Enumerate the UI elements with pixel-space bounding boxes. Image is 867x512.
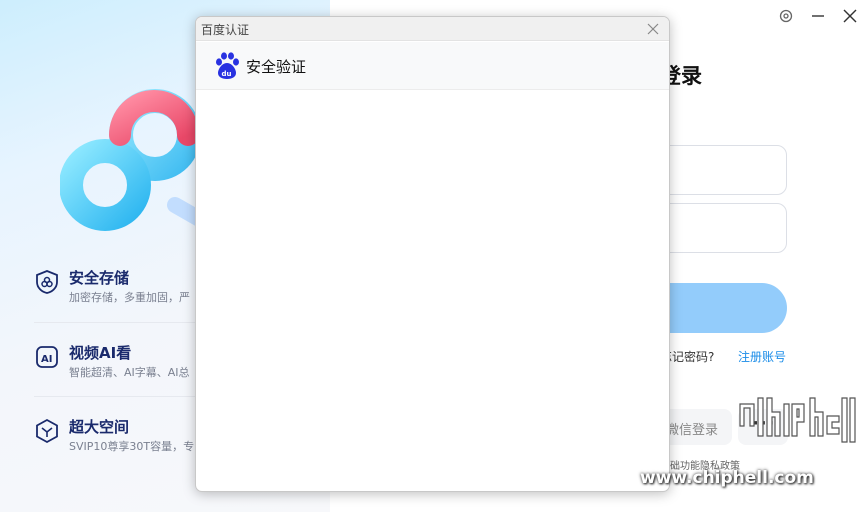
svg-text:du: du (222, 70, 232, 78)
feature-subtitle: 智能超清、AI字幕、AI总 (69, 366, 190, 379)
dialog-titlebar[interactable]: 百度认证 (196, 17, 669, 41)
feature-subtitle: SVIP10尊享30T容量，专 (69, 440, 195, 453)
minimize-icon[interactable] (808, 6, 828, 26)
dialog-heading: 安全验证 (246, 58, 307, 76)
settings-icon[interactable] (776, 6, 796, 26)
baidu-paw-icon: du (216, 52, 239, 79)
ai-icon: AI (36, 346, 58, 368)
register-link[interactable]: 注册账号 (738, 348, 786, 365)
watermark-url: www.chiphell.com (640, 468, 814, 488)
svg-text:AI: AI (41, 354, 52, 365)
shield-icon (36, 270, 58, 294)
dialog-window-title: 百度认证 (201, 23, 250, 37)
dialog-header: du 安全验证 (196, 42, 669, 90)
feature-subtitle: 加密存储，多重加固，严 (69, 291, 190, 304)
feature-title: 安全存储 (69, 269, 130, 287)
dialog-close-icon[interactable] (645, 21, 661, 37)
cube-icon (36, 418, 58, 444)
close-icon[interactable] (840, 6, 860, 26)
feature-title: 超大空间 (69, 418, 130, 436)
baidu-auth-dialog: 百度认证 du 安全验证 (195, 16, 670, 492)
feature-title: 视频AI看 (69, 344, 132, 362)
